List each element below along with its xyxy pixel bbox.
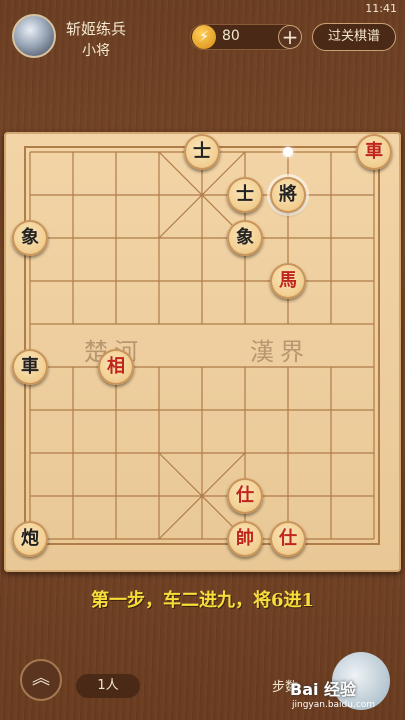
piece-red-general[interactable]: 帥	[227, 521, 263, 557]
player-avatar[interactable]	[12, 14, 56, 58]
piece-red-advisor-right[interactable]: 仕	[270, 521, 306, 557]
piece-black-general[interactable]: 將	[270, 177, 306, 213]
board-grid: 楚河 漢界	[24, 146, 380, 545]
status-time: 11:41	[365, 2, 397, 15]
player-name: 斩姬练兵	[66, 20, 127, 38]
chess-board[interactable]: 楚河 漢界 士車士將象象馬車相仕炮帥仕	[4, 132, 401, 572]
watermark-text: Bai 经验	[290, 680, 357, 699]
piece-black-cannon[interactable]: 炮	[12, 521, 48, 557]
piece-black-advisor-top[interactable]: 士	[184, 134, 220, 170]
piece-black-chariot[interactable]: 車	[356, 134, 392, 170]
piece-black-elephant-mid[interactable]: 象	[227, 220, 263, 256]
add-energy-button[interactable]: +	[278, 25, 302, 49]
piece-black-advisor-mid[interactable]: 士	[227, 177, 263, 213]
step-hint: 第一步，车二进九，将6进1	[90, 590, 315, 611]
piece-black-elephant-left[interactable]: 象	[12, 220, 48, 256]
piece-black-chariot-left[interactable]: 車	[12, 349, 48, 385]
watermark-url: jingyan.baidu.com	[292, 700, 376, 710]
piece-red-advisor-mid[interactable]: 仕	[227, 478, 263, 514]
move-marker	[283, 147, 293, 157]
chevron-up-icon[interactable]: ︽	[20, 659, 62, 701]
player-count: 1人	[76, 674, 140, 698]
piece-red-elephant[interactable]: 相	[98, 349, 134, 385]
player-rank: 小将	[82, 43, 110, 59]
energy-value: 80	[222, 28, 240, 44]
river-label-han: 漢界	[250, 338, 310, 366]
level-record-button[interactable]: 过关棋谱	[312, 23, 396, 51]
piece-red-horse[interactable]: 馬	[270, 263, 306, 299]
lightning-icon: ⚡	[192, 25, 216, 49]
